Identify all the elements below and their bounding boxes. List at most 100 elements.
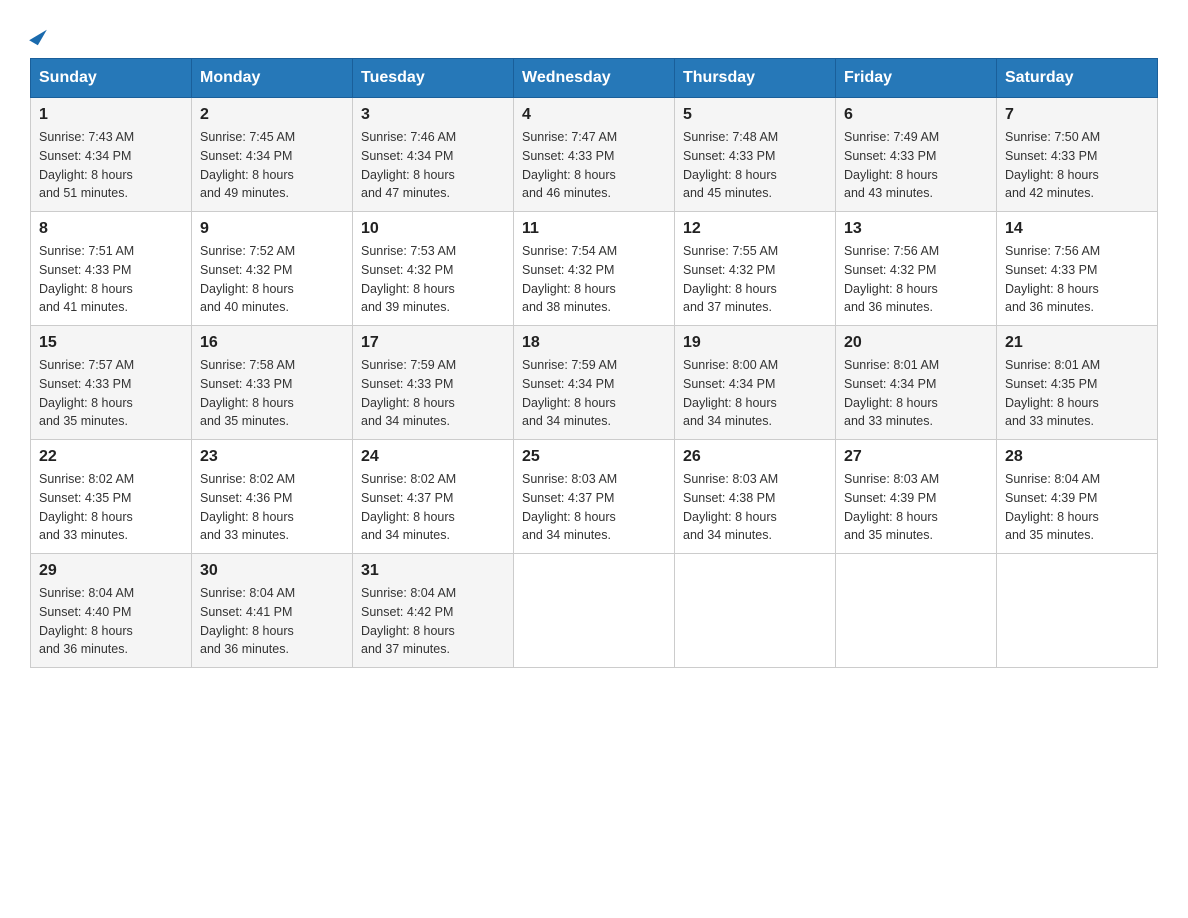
- col-header-wednesday: Wednesday: [514, 59, 675, 98]
- day-info: Sunrise: 7:45 AM Sunset: 4:34 PM Dayligh…: [200, 128, 344, 203]
- calendar-cell: 29 Sunrise: 8:04 AM Sunset: 4:40 PM Dayl…: [31, 554, 192, 668]
- col-header-thursday: Thursday: [675, 59, 836, 98]
- day-info: Sunrise: 7:48 AM Sunset: 4:33 PM Dayligh…: [683, 128, 827, 203]
- calendar-cell: [514, 554, 675, 668]
- calendar-cell: 1 Sunrise: 7:43 AM Sunset: 4:34 PM Dayli…: [31, 98, 192, 212]
- day-number: 10: [361, 220, 505, 238]
- calendar-header-row: SundayMondayTuesdayWednesdayThursdayFrid…: [31, 59, 1158, 98]
- calendar-cell: 27 Sunrise: 8:03 AM Sunset: 4:39 PM Dayl…: [836, 440, 997, 554]
- day-info: Sunrise: 7:54 AM Sunset: 4:32 PM Dayligh…: [522, 242, 666, 317]
- calendar-cell: 18 Sunrise: 7:59 AM Sunset: 4:34 PM Dayl…: [514, 326, 675, 440]
- day-info: Sunrise: 7:56 AM Sunset: 4:32 PM Dayligh…: [844, 242, 988, 317]
- calendar-cell: 23 Sunrise: 8:02 AM Sunset: 4:36 PM Dayl…: [192, 440, 353, 554]
- day-number: 15: [39, 334, 183, 352]
- day-number: 8: [39, 220, 183, 238]
- day-number: 4: [522, 106, 666, 124]
- day-number: 2: [200, 106, 344, 124]
- day-info: Sunrise: 7:59 AM Sunset: 4:33 PM Dayligh…: [361, 356, 505, 431]
- day-info: Sunrise: 7:53 AM Sunset: 4:32 PM Dayligh…: [361, 242, 505, 317]
- day-number: 1: [39, 106, 183, 124]
- day-number: 14: [1005, 220, 1149, 238]
- calendar-cell: 25 Sunrise: 8:03 AM Sunset: 4:37 PM Dayl…: [514, 440, 675, 554]
- calendar-cell: 9 Sunrise: 7:52 AM Sunset: 4:32 PM Dayli…: [192, 212, 353, 326]
- day-number: 18: [522, 334, 666, 352]
- day-number: 11: [522, 220, 666, 238]
- day-info: Sunrise: 7:59 AM Sunset: 4:34 PM Dayligh…: [522, 356, 666, 431]
- calendar-cell: 14 Sunrise: 7:56 AM Sunset: 4:33 PM Dayl…: [997, 212, 1158, 326]
- calendar-cell: 28 Sunrise: 8:04 AM Sunset: 4:39 PM Dayl…: [997, 440, 1158, 554]
- day-info: Sunrise: 7:52 AM Sunset: 4:32 PM Dayligh…: [200, 242, 344, 317]
- day-info: Sunrise: 7:47 AM Sunset: 4:33 PM Dayligh…: [522, 128, 666, 203]
- day-info: Sunrise: 7:51 AM Sunset: 4:33 PM Dayligh…: [39, 242, 183, 317]
- day-info: Sunrise: 8:03 AM Sunset: 4:39 PM Dayligh…: [844, 470, 988, 545]
- calendar-week-row: 22 Sunrise: 8:02 AM Sunset: 4:35 PM Dayl…: [31, 440, 1158, 554]
- day-number: 12: [683, 220, 827, 238]
- calendar-week-row: 1 Sunrise: 7:43 AM Sunset: 4:34 PM Dayli…: [31, 98, 1158, 212]
- day-number: 23: [200, 448, 344, 466]
- calendar-cell: 26 Sunrise: 8:03 AM Sunset: 4:38 PM Dayl…: [675, 440, 836, 554]
- day-number: 28: [1005, 448, 1149, 466]
- calendar-table: SundayMondayTuesdayWednesdayThursdayFrid…: [30, 58, 1158, 668]
- day-info: Sunrise: 8:01 AM Sunset: 4:35 PM Dayligh…: [1005, 356, 1149, 431]
- calendar-cell: 4 Sunrise: 7:47 AM Sunset: 4:33 PM Dayli…: [514, 98, 675, 212]
- day-number: 30: [200, 562, 344, 580]
- day-info: Sunrise: 8:04 AM Sunset: 4:39 PM Dayligh…: [1005, 470, 1149, 545]
- day-info: Sunrise: 7:57 AM Sunset: 4:33 PM Dayligh…: [39, 356, 183, 431]
- day-number: 21: [1005, 334, 1149, 352]
- calendar-cell: 17 Sunrise: 7:59 AM Sunset: 4:33 PM Dayl…: [353, 326, 514, 440]
- day-number: 7: [1005, 106, 1149, 124]
- day-info: Sunrise: 8:01 AM Sunset: 4:34 PM Dayligh…: [844, 356, 988, 431]
- calendar-cell: 21 Sunrise: 8:01 AM Sunset: 4:35 PM Dayl…: [997, 326, 1158, 440]
- day-info: Sunrise: 7:58 AM Sunset: 4:33 PM Dayligh…: [200, 356, 344, 431]
- calendar-cell: 16 Sunrise: 7:58 AM Sunset: 4:33 PM Dayl…: [192, 326, 353, 440]
- calendar-cell: 2 Sunrise: 7:45 AM Sunset: 4:34 PM Dayli…: [192, 98, 353, 212]
- calendar-cell: 31 Sunrise: 8:04 AM Sunset: 4:42 PM Dayl…: [353, 554, 514, 668]
- day-info: Sunrise: 8:00 AM Sunset: 4:34 PM Dayligh…: [683, 356, 827, 431]
- col-header-tuesday: Tuesday: [353, 59, 514, 98]
- calendar-cell: [836, 554, 997, 668]
- logo-triangle-icon: [29, 25, 47, 46]
- calendar-cell: 11 Sunrise: 7:54 AM Sunset: 4:32 PM Dayl…: [514, 212, 675, 326]
- col-header-saturday: Saturday: [997, 59, 1158, 98]
- calendar-cell: 7 Sunrise: 7:50 AM Sunset: 4:33 PM Dayli…: [997, 98, 1158, 212]
- day-info: Sunrise: 8:03 AM Sunset: 4:38 PM Dayligh…: [683, 470, 827, 545]
- calendar-cell: [675, 554, 836, 668]
- day-number: 25: [522, 448, 666, 466]
- calendar-cell: 15 Sunrise: 7:57 AM Sunset: 4:33 PM Dayl…: [31, 326, 192, 440]
- day-number: 16: [200, 334, 344, 352]
- day-number: 22: [39, 448, 183, 466]
- day-number: 9: [200, 220, 344, 238]
- day-number: 20: [844, 334, 988, 352]
- day-info: Sunrise: 8:02 AM Sunset: 4:36 PM Dayligh…: [200, 470, 344, 545]
- calendar-week-row: 15 Sunrise: 7:57 AM Sunset: 4:33 PM Dayl…: [31, 326, 1158, 440]
- calendar-cell: 10 Sunrise: 7:53 AM Sunset: 4:32 PM Dayl…: [353, 212, 514, 326]
- day-number: 6: [844, 106, 988, 124]
- day-info: Sunrise: 8:02 AM Sunset: 4:37 PM Dayligh…: [361, 470, 505, 545]
- day-info: Sunrise: 8:03 AM Sunset: 4:37 PM Dayligh…: [522, 470, 666, 545]
- calendar-cell: 13 Sunrise: 7:56 AM Sunset: 4:32 PM Dayl…: [836, 212, 997, 326]
- day-info: Sunrise: 7:46 AM Sunset: 4:34 PM Dayligh…: [361, 128, 505, 203]
- calendar-cell: 8 Sunrise: 7:51 AM Sunset: 4:33 PM Dayli…: [31, 212, 192, 326]
- day-info: Sunrise: 8:02 AM Sunset: 4:35 PM Dayligh…: [39, 470, 183, 545]
- day-info: Sunrise: 7:56 AM Sunset: 4:33 PM Dayligh…: [1005, 242, 1149, 317]
- day-number: 3: [361, 106, 505, 124]
- day-number: 13: [844, 220, 988, 238]
- day-number: 19: [683, 334, 827, 352]
- day-info: Sunrise: 7:55 AM Sunset: 4:32 PM Dayligh…: [683, 242, 827, 317]
- calendar-cell: 6 Sunrise: 7:49 AM Sunset: 4:33 PM Dayli…: [836, 98, 997, 212]
- col-header-friday: Friday: [836, 59, 997, 98]
- calendar-cell: [997, 554, 1158, 668]
- day-number: 29: [39, 562, 183, 580]
- calendar-cell: 30 Sunrise: 8:04 AM Sunset: 4:41 PM Dayl…: [192, 554, 353, 668]
- day-number: 27: [844, 448, 988, 466]
- day-info: Sunrise: 8:04 AM Sunset: 4:42 PM Dayligh…: [361, 584, 505, 659]
- logo: [30, 30, 43, 48]
- col-header-monday: Monday: [192, 59, 353, 98]
- col-header-sunday: Sunday: [31, 59, 192, 98]
- day-info: Sunrise: 7:49 AM Sunset: 4:33 PM Dayligh…: [844, 128, 988, 203]
- day-number: 31: [361, 562, 505, 580]
- day-number: 24: [361, 448, 505, 466]
- calendar-cell: 19 Sunrise: 8:00 AM Sunset: 4:34 PM Dayl…: [675, 326, 836, 440]
- calendar-cell: 5 Sunrise: 7:48 AM Sunset: 4:33 PM Dayli…: [675, 98, 836, 212]
- calendar-cell: 12 Sunrise: 7:55 AM Sunset: 4:32 PM Dayl…: [675, 212, 836, 326]
